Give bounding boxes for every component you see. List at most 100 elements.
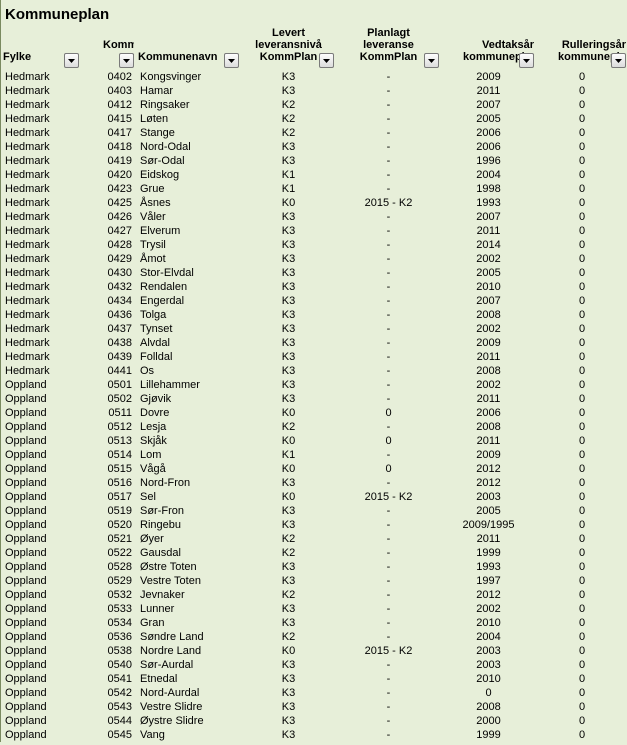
cell-planlagt: -: [336, 504, 441, 518]
cell-kommnr: 0536: [81, 630, 136, 644]
cell-levert: K2: [241, 532, 336, 546]
cell-kommnr: 0425: [81, 196, 136, 210]
cell-kommunenavn: Øyer: [136, 532, 241, 546]
cell-kommnr: 0427: [81, 224, 136, 238]
cell-planlagt: -: [336, 616, 441, 630]
table-row: Hedmark0415LøtenK2-20050: [1, 112, 627, 126]
filter-button-vedtak[interactable]: [519, 53, 534, 68]
cell-kommunenavn: Lom: [136, 448, 241, 462]
cell-kommnr: 0428: [81, 238, 136, 252]
cell-fylke: Oppland: [1, 588, 81, 602]
cell-fylke: Oppland: [1, 714, 81, 728]
cell-kommnr: 0418: [81, 140, 136, 154]
table-row: Hedmark0420EidskogK1-20040: [1, 168, 627, 182]
filter-button-kommnr[interactable]: [119, 53, 134, 68]
cell-kommunenavn: Hamar: [136, 84, 241, 98]
cell-fylke: Oppland: [1, 392, 81, 406]
cell-rull: 0: [536, 392, 627, 406]
cell-vedtak: 2006: [441, 406, 536, 420]
cell-kommnr: 0419: [81, 154, 136, 168]
cell-vedtak: 2006: [441, 126, 536, 140]
table-row: Hedmark0437TynsetK3-20020: [1, 322, 627, 336]
cell-planlagt: -: [336, 392, 441, 406]
cell-fylke: Hedmark: [1, 224, 81, 238]
cell-levert: K3: [241, 210, 336, 224]
cell-rull: 0: [536, 658, 627, 672]
page-title: Kommuneplan: [1, 0, 627, 25]
col-planlagt-label: Planlagt leveranse KommPlan: [348, 27, 429, 63]
cell-kommunenavn: Åsnes: [136, 196, 241, 210]
cell-planlagt: 2015 - K2: [336, 490, 441, 504]
filter-button-levert[interactable]: [319, 53, 334, 68]
chevron-down-icon: [523, 59, 530, 63]
table-row: Oppland0502GjøvikK3-20110: [1, 392, 627, 406]
table-row: Hedmark0425ÅsnesK02015 - K219930: [1, 196, 627, 210]
cell-vedtak: 2007: [441, 98, 536, 112]
chevron-down-icon: [428, 59, 435, 63]
cell-planlagt: -: [336, 630, 441, 644]
cell-rull: 0: [536, 70, 627, 84]
filter-button-fylke[interactable]: [64, 53, 79, 68]
table-row: Oppland0542Nord-AurdalK3-00: [1, 686, 627, 700]
cell-kommunenavn: Trysil: [136, 238, 241, 252]
cell-kommnr: 0434: [81, 294, 136, 308]
cell-fylke: Hedmark: [1, 126, 81, 140]
col-levert: Levert leveransnivå KommPlan: [241, 25, 336, 70]
cell-kommnr: 0538: [81, 644, 136, 658]
cell-levert: K2: [241, 98, 336, 112]
cell-planlagt: -: [336, 238, 441, 252]
cell-rull: 0: [536, 84, 627, 98]
cell-levert: K3: [241, 154, 336, 168]
cell-fylke: Hedmark: [1, 98, 81, 112]
col-levert-label: Levert leveransnivå KommPlan: [253, 27, 324, 63]
cell-kommunenavn: Lunner: [136, 602, 241, 616]
table-row: Hedmark0418Nord-OdalK3-20060: [1, 140, 627, 154]
cell-kommnr: 0511: [81, 406, 136, 420]
cell-kommnr: 0540: [81, 658, 136, 672]
cell-planlagt: -: [336, 140, 441, 154]
cell-rull: 0: [536, 686, 627, 700]
cell-planlagt: -: [336, 98, 441, 112]
cell-vedtak: 2000: [441, 714, 536, 728]
cell-fylke: Oppland: [1, 518, 81, 532]
cell-vedtak: 1999: [441, 728, 536, 742]
filter-button-planlagt[interactable]: [424, 53, 439, 68]
cell-fylke: Hedmark: [1, 112, 81, 126]
cell-fylke: Oppland: [1, 462, 81, 476]
table-row: Oppland0516Nord-FronK3-20120: [1, 476, 627, 490]
cell-vedtak: 1998: [441, 182, 536, 196]
cell-rull: 0: [536, 518, 627, 532]
cell-planlagt: -: [336, 84, 441, 98]
table-row: Hedmark0417StangeK2-20060: [1, 126, 627, 140]
cell-fylke: Oppland: [1, 574, 81, 588]
cell-planlagt: -: [336, 728, 441, 742]
cell-fylke: Hedmark: [1, 140, 81, 154]
cell-vedtak: 2002: [441, 322, 536, 336]
filter-button-kommunenavn[interactable]: [224, 53, 239, 68]
cell-vedtak: 2007: [441, 294, 536, 308]
cell-fylke: Hedmark: [1, 196, 81, 210]
table-row: Hedmark0412RingsakerK2-20070: [1, 98, 627, 112]
cell-vedtak: 2012: [441, 462, 536, 476]
filter-button-rull[interactable]: [611, 53, 626, 68]
cell-rull: 0: [536, 616, 627, 630]
cell-planlagt: -: [336, 70, 441, 84]
cell-kommnr: 0541: [81, 672, 136, 686]
cell-planlagt: -: [336, 658, 441, 672]
cell-kommunenavn: Sør-Aurdal: [136, 658, 241, 672]
cell-levert: K3: [241, 574, 336, 588]
cell-vedtak: 2006: [441, 140, 536, 154]
cell-planlagt: -: [336, 574, 441, 588]
cell-levert: K2: [241, 112, 336, 126]
cell-levert: K3: [241, 392, 336, 406]
cell-vedtak: 2011: [441, 392, 536, 406]
table-row: Hedmark0430Stor-ElvdalK3-20050: [1, 266, 627, 280]
cell-planlagt: -: [336, 224, 441, 238]
cell-planlagt: -: [336, 672, 441, 686]
cell-kommnr: 0533: [81, 602, 136, 616]
cell-kommunenavn: Stor-Elvdal: [136, 266, 241, 280]
cell-planlagt: -: [336, 168, 441, 182]
cell-vedtak: 2010: [441, 672, 536, 686]
cell-kommnr: 0423: [81, 182, 136, 196]
cell-vedtak: 2005: [441, 504, 536, 518]
